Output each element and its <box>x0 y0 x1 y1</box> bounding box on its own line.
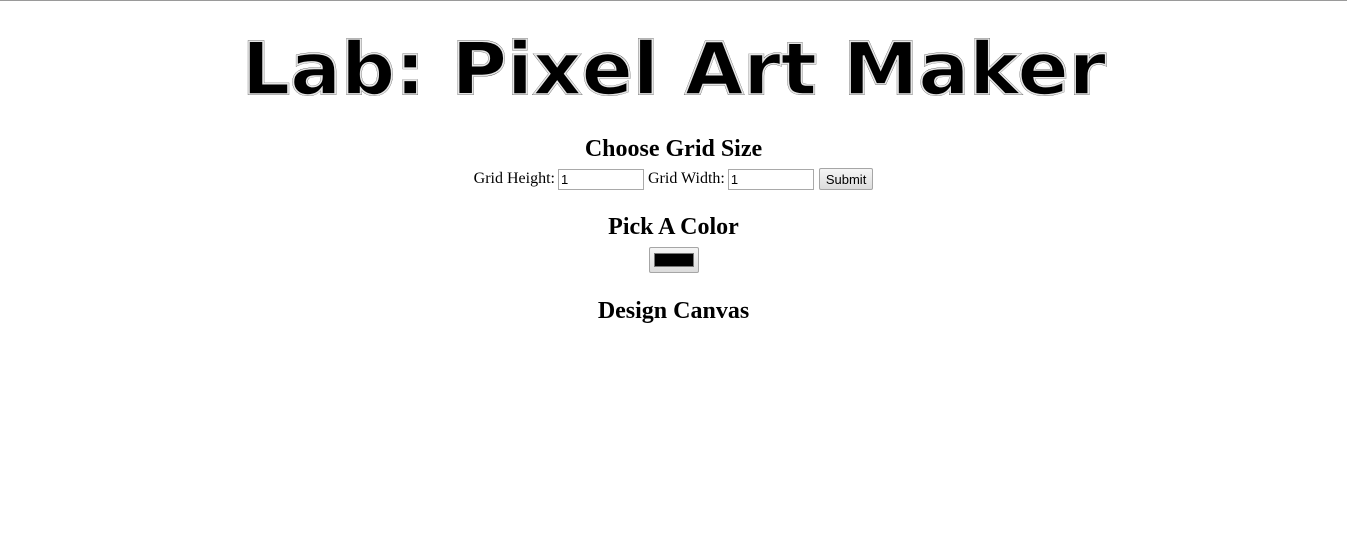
page: Lab: Pixel Art Maker Lab: Pixel Art Make… <box>0 0 1347 552</box>
grid-height-input[interactable] <box>558 168 644 190</box>
grid-height-label: Grid Height: <box>473 170 555 187</box>
color-picker-wrap <box>0 247 1347 273</box>
page-title: Lab: Pixel Art Maker Lab: Pixel Art Make… <box>241 34 1108 98</box>
page-title-text-stripe: Lab: Pixel Art Maker <box>242 34 1107 98</box>
color-picker[interactable] <box>648 247 699 273</box>
grid-width-input[interactable] <box>727 168 814 190</box>
page-header: Lab: Pixel Art Maker Lab: Pixel Art Make… <box>0 34 1347 98</box>
grid-width-label: Grid Width: <box>648 170 725 187</box>
pick-color-heading: Pick A Color <box>608 214 739 240</box>
color-swatch <box>653 253 694 267</box>
design-canvas-heading: Design Canvas <box>597 298 750 324</box>
grid-size-heading: Choose Grid Size <box>584 136 763 162</box>
submit-button[interactable]: Submit <box>818 168 874 190</box>
grid-size-form: Grid Height: Grid Width: Submit <box>0 168 1347 190</box>
pixel-canvas[interactable] <box>573 330 773 350</box>
